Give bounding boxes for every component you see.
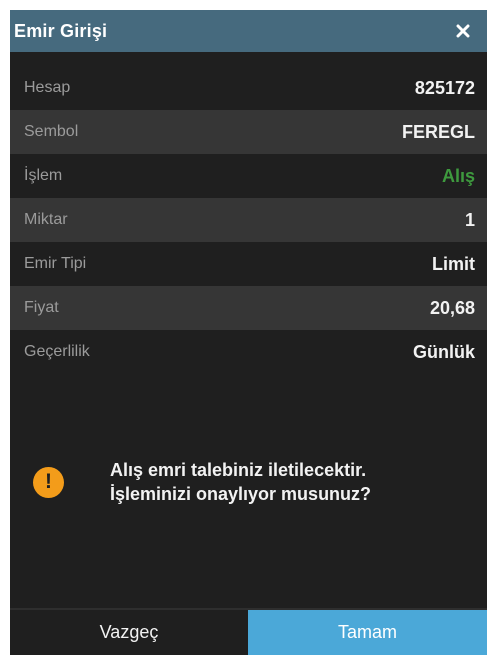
symbol-value: FEREGL bbox=[401, 121, 475, 142]
row-validity: Geçerlilik Günlük bbox=[10, 330, 487, 374]
row-label: Miktar bbox=[24, 211, 68, 228]
confirmation-message: ! Alış emri talebiniz iletilecektir. İşl… bbox=[10, 458, 487, 506]
warning-icon: ! bbox=[33, 466, 64, 498]
close-button[interactable] bbox=[449, 17, 477, 45]
account-value: 825172 bbox=[414, 77, 475, 98]
confirmation-text: Alış emri talebiniz iletilecektir. İşlem… bbox=[110, 458, 371, 506]
row-account: Hesap 825172 bbox=[10, 66, 487, 110]
row-label: İşlem bbox=[24, 167, 63, 184]
row-label: Geçerlilik bbox=[24, 343, 90, 360]
dialog-title: Emir Girişi bbox=[14, 20, 108, 41]
row-quantity: Miktar 1 bbox=[10, 198, 487, 242]
price-value: 20,68 bbox=[429, 297, 475, 318]
confirmation-line-1: Alış emri talebiniz iletilecektir. bbox=[110, 460, 367, 480]
order-details: Hesap 825172 Sembol FEREGL İşlem Alış Mi… bbox=[10, 52, 487, 374]
quantity-value: 1 bbox=[464, 209, 475, 230]
order-type-value: Limit bbox=[432, 253, 475, 274]
row-transaction: İşlem Alış bbox=[10, 154, 487, 198]
row-label: Hesap bbox=[24, 79, 71, 96]
dialog-footer: Vazgeç Tamam bbox=[10, 608, 487, 655]
row-price: Fiyat 20,68 bbox=[10, 286, 487, 330]
row-label: Emir Tipi bbox=[24, 255, 87, 272]
transaction-value: Alış bbox=[441, 165, 475, 186]
row-symbol: Sembol FEREGL bbox=[10, 110, 487, 154]
dialog-titlebar: Emir Girişi bbox=[10, 10, 487, 52]
row-label: Sembol bbox=[24, 123, 79, 140]
close-icon bbox=[456, 24, 470, 38]
cancel-button[interactable]: Vazgeç bbox=[10, 610, 248, 655]
confirmation-line-2: İşleminizi onaylıyor musunuz? bbox=[110, 484, 372, 504]
order-entry-dialog: Emir Girişi Hesap 825172 Sembol FEREGL İ… bbox=[10, 10, 487, 655]
confirm-button[interactable]: Tamam bbox=[248, 610, 487, 655]
row-label: Fiyat bbox=[24, 299, 59, 316]
validity-value: Günlük bbox=[413, 341, 475, 362]
row-order-type: Emir Tipi Limit bbox=[10, 242, 487, 286]
